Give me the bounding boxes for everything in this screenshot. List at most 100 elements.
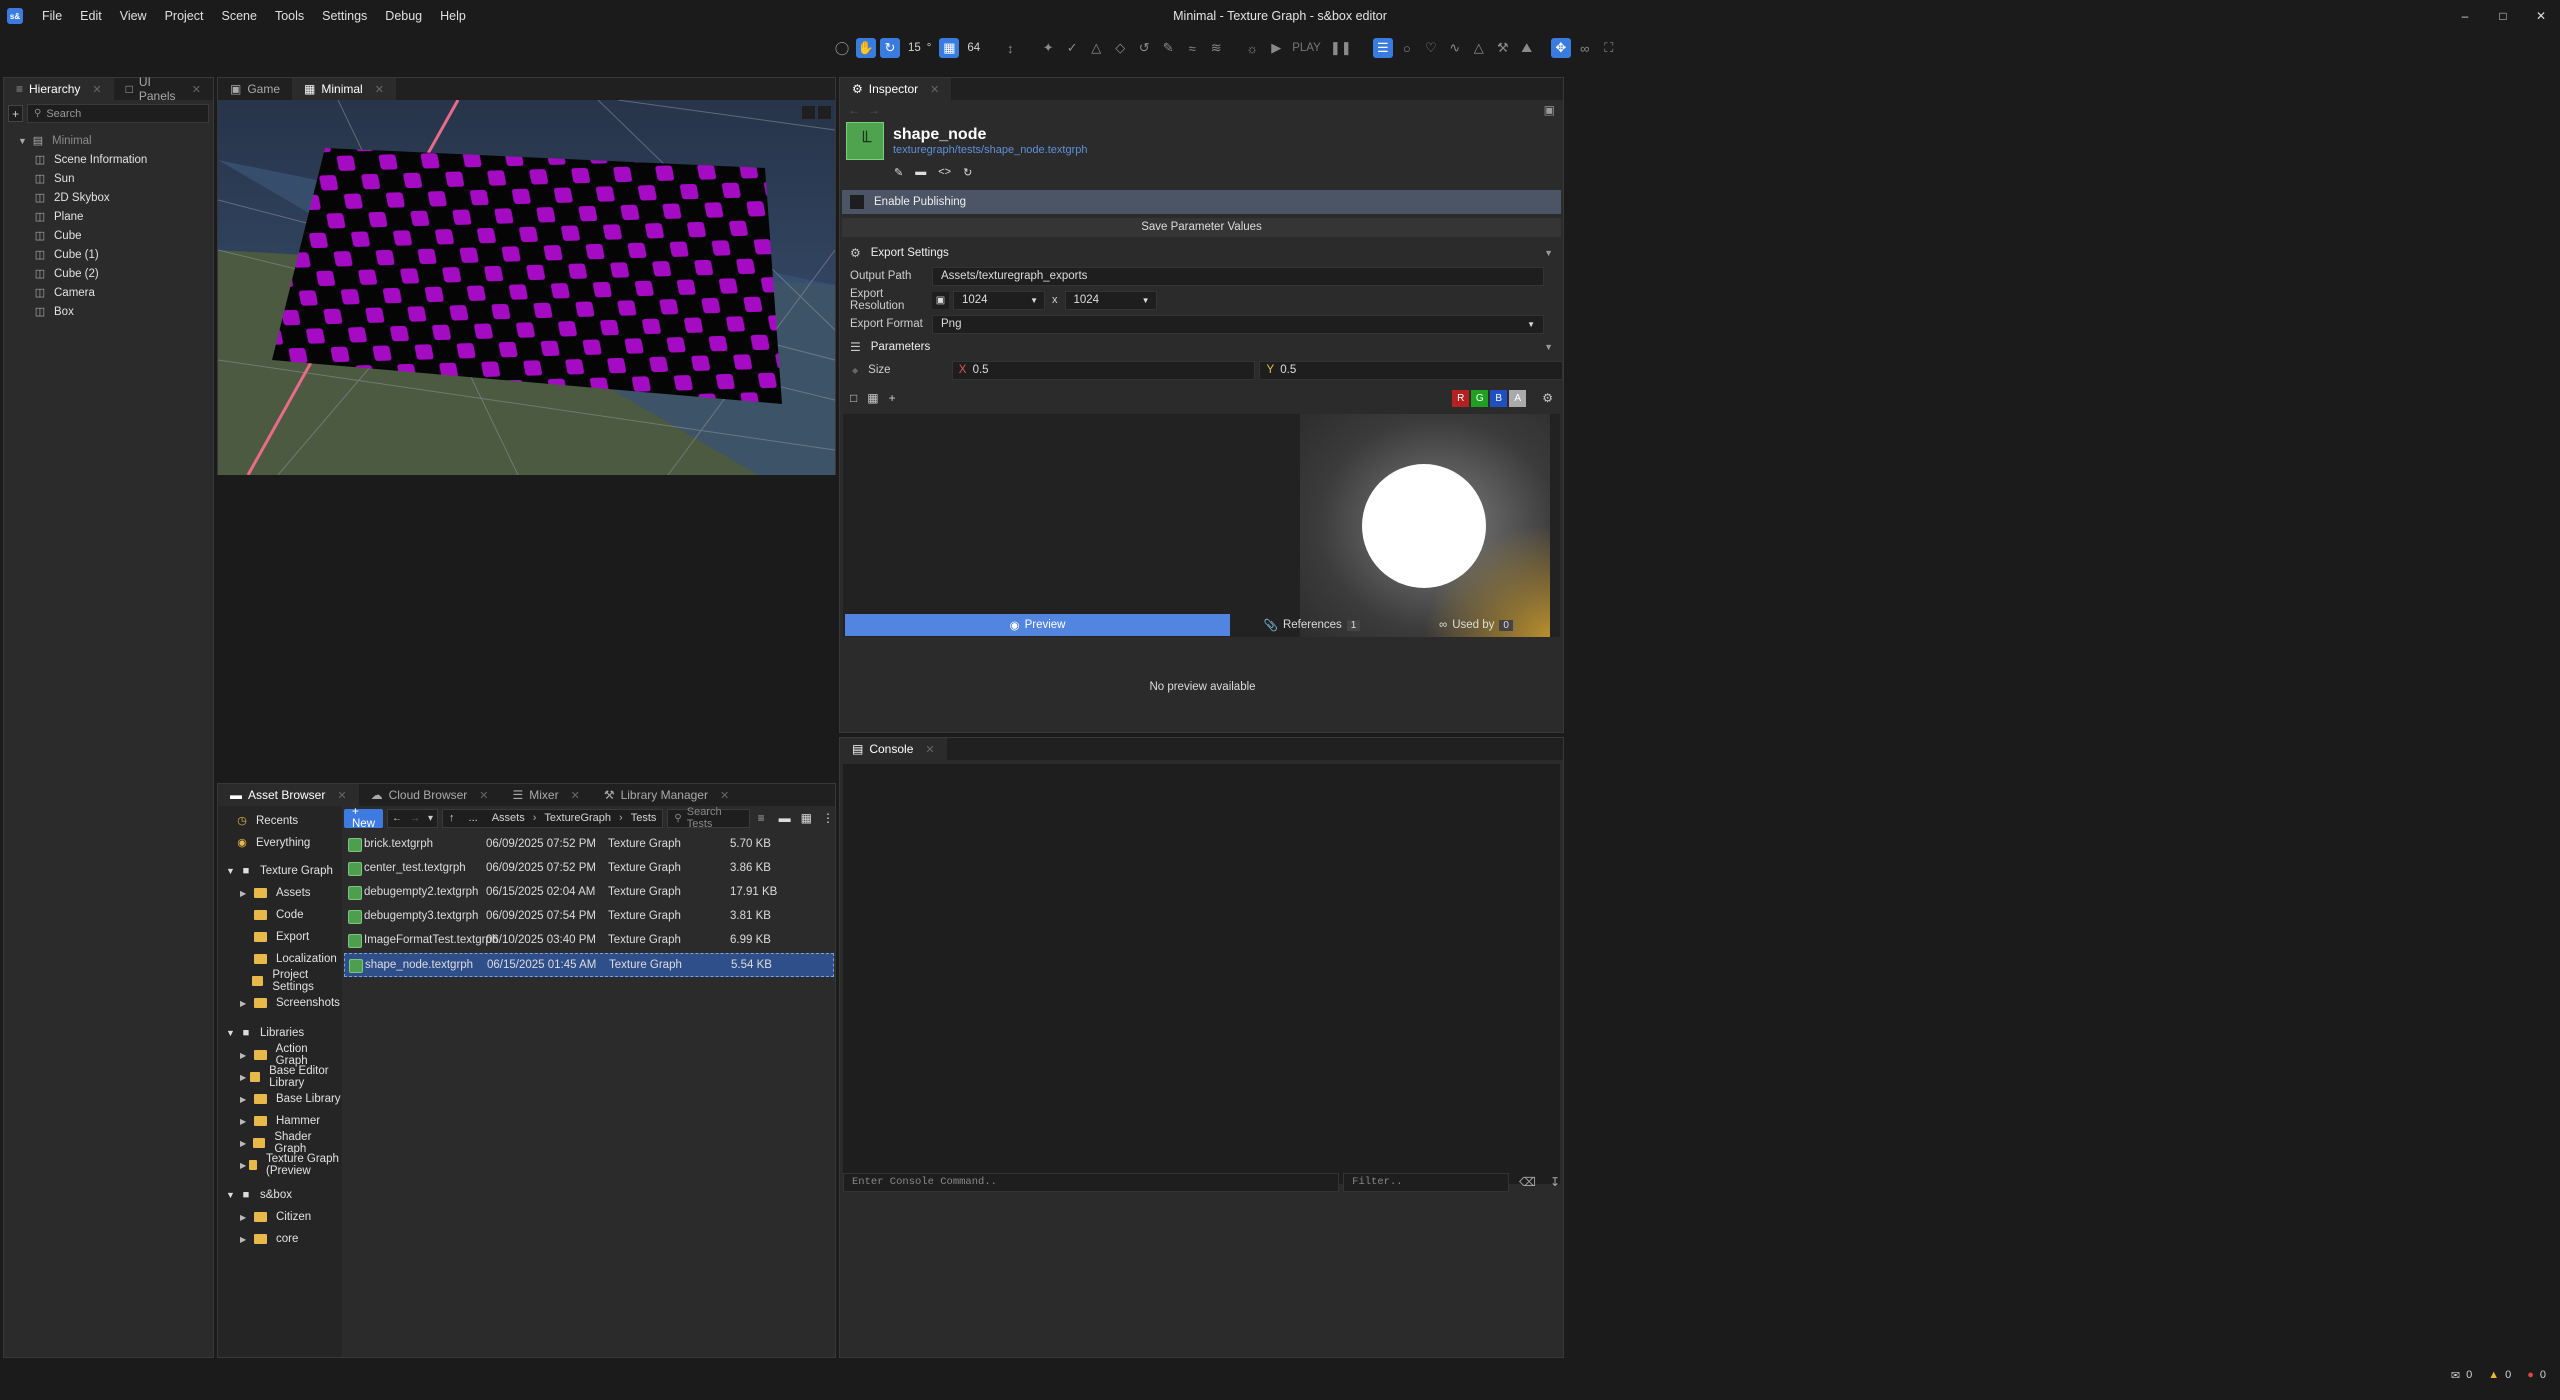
tree-group[interactable]: ▼ ■ s&box xyxy=(226,1184,342,1206)
tree-item[interactable]: ▶ Screenshots xyxy=(226,992,342,1014)
code-icon[interactable]: <> xyxy=(938,166,951,178)
warning-icon[interactable]: ▲ xyxy=(2488,1369,2499,1381)
output-path-field[interactable]: Assets/texturegraph_exports xyxy=(932,266,1544,286)
minimize-icon[interactable]: – xyxy=(2446,9,2484,23)
expand-icon[interactable]: ▶ xyxy=(240,1161,249,1170)
edit-icon[interactable]: ✎ xyxy=(894,166,903,179)
expand-icon[interactable]: ▼ xyxy=(18,136,32,146)
message-icon[interactable]: ✉ xyxy=(2451,1369,2460,1382)
channel-a-toggle[interactable]: A xyxy=(1509,389,1527,407)
expand-icon[interactable]: ▶ xyxy=(240,999,254,1008)
close-icon[interactable]: ✕ xyxy=(2522,9,2560,23)
expand-icon[interactable]: ▶ xyxy=(240,1095,254,1104)
channel-r-toggle[interactable]: R xyxy=(1452,389,1470,407)
expand-icon[interactable]: ▶ xyxy=(240,1213,254,1222)
gizmo-move-icon[interactable]: ✥ xyxy=(1550,38,1571,58)
breadcrumb-item[interactable]: ... xyxy=(469,812,478,824)
app-logo[interactable]: s& xyxy=(7,8,23,24)
layout-icon[interactable] xyxy=(818,106,831,119)
console-output[interactable] xyxy=(843,764,1560,1184)
gizmo-link-icon[interactable]: ∞ xyxy=(1575,38,1595,58)
rotate-tool-icon[interactable]: ↺ xyxy=(1134,38,1154,58)
graph-icon[interactable]: ∿ xyxy=(1445,38,1465,58)
save-params-button[interactable]: Save Parameter Values xyxy=(842,218,1561,237)
expand-icon[interactable]: ▼ xyxy=(226,866,240,876)
file-row[interactable]: center_test.textgrph 06/09/2025 07:52 PM T… xyxy=(344,857,834,881)
folder-view-icon[interactable]: ▬ xyxy=(779,811,791,825)
file-row[interactable]: debugempty2.textgrph 06/15/2025 02:04 AM T… xyxy=(344,881,834,905)
new-asset-button[interactable]: + New xyxy=(344,806,383,830)
channel-b-toggle[interactable]: B xyxy=(1490,389,1508,407)
lock-icon[interactable]: ▣ xyxy=(1544,103,1555,117)
hierarchy-item[interactable]: ◫ Scene Information xyxy=(34,150,213,169)
diamond-tool-icon[interactable]: ◇ xyxy=(1110,38,1130,58)
tab-hierarchy[interactable]: ≡ Hierarchy ✕ xyxy=(4,78,114,100)
tree-root[interactable]: ▼ ▤ Minimal xyxy=(18,131,213,150)
check-tool-icon[interactable]: ✓ xyxy=(1062,38,1082,58)
tab-game[interactable]: ▣ Game xyxy=(218,78,292,100)
expand-icon[interactable]: ▶ xyxy=(240,1051,254,1060)
forward-icon[interactable]: → xyxy=(410,813,420,824)
close-icon[interactable]: ✕ xyxy=(571,789,580,802)
view-mode-icon[interactable] xyxy=(802,106,815,119)
tree-item[interactable]: ▶ Shader Graph xyxy=(226,1131,342,1155)
file-row[interactable]: debugempty3.textgrph 06/09/2025 07:54 PM T… xyxy=(344,905,834,929)
back-icon[interactable]: ← xyxy=(848,103,860,117)
menu-edit[interactable]: Edit xyxy=(71,0,111,32)
tree-item[interactable]: ▶ Action Graph xyxy=(226,1043,342,1067)
gamepad-icon[interactable]: ☼ xyxy=(1242,38,1262,58)
fullscreen-icon[interactable]: ⛶ xyxy=(1599,38,1619,58)
export-settings-header[interactable]: ⚙ Export Settings ▼ xyxy=(840,242,1563,264)
play-icon[interactable]: ▶ xyxy=(1266,38,1286,58)
add-icon[interactable]: + xyxy=(889,391,896,405)
tree-item[interactable]: ▶ Texture Graph (Preview xyxy=(226,1153,342,1177)
menu-file[interactable]: File xyxy=(33,0,71,32)
tree-item[interactable]: Project Settings xyxy=(226,969,342,993)
brush-tool-icon[interactable]: ✎ xyxy=(1158,38,1178,58)
angle-snap-icon[interactable]: ↻ xyxy=(880,38,900,58)
hierarchy-search[interactable]: ⚲ Search xyxy=(27,104,209,123)
tree-item[interactable]: Localization xyxy=(226,948,342,970)
tree-group[interactable]: ▼ ■ Libraries xyxy=(226,1022,342,1044)
breadcrumb-item[interactable]: Tests xyxy=(631,812,657,824)
grid-stepper-icon[interactable]: ↕ xyxy=(1000,38,1020,58)
close-icon[interactable]: ✕ xyxy=(479,789,488,802)
menu-scene[interactable]: Scene xyxy=(212,0,265,32)
hierarchy-item[interactable]: ◫ Cube xyxy=(34,226,213,245)
tiled-view-icon[interactable]: ▦ xyxy=(867,391,878,405)
tab-library-manager[interactable]: ⚒ Library Manager ✕ xyxy=(592,784,741,806)
triangle-tool-icon[interactable]: △ xyxy=(1086,38,1106,58)
grid-snap-icon[interactable]: ▦ xyxy=(939,38,960,58)
hierarchy-item[interactable]: ◫ Cube (2) xyxy=(34,264,213,283)
angle-snap-value[interactable]: 15 xyxy=(908,42,921,54)
error-icon[interactable]: ● xyxy=(2527,1369,2534,1381)
menu-view[interactable]: View xyxy=(111,0,156,32)
size-x-field[interactable]: X 0.5 xyxy=(951,360,1256,380)
close-icon[interactable]: ✕ xyxy=(375,83,384,96)
console-input[interactable]: Enter Console Command.. xyxy=(843,1172,1340,1192)
tree-item[interactable]: ▶ Assets xyxy=(226,882,342,904)
grid-size-value[interactable]: 64 xyxy=(967,42,980,54)
enable-publishing-row[interactable]: Enable Publishing xyxy=(842,190,1561,214)
move-tool-icon[interactable]: ✦ xyxy=(1038,38,1058,58)
refresh-icon[interactable]: ↻ xyxy=(963,166,972,179)
file-row[interactable]: ImageFormatTest.textgrph 06/10/2025 03:40… xyxy=(344,929,834,953)
tab-mixer[interactable]: ☰ Mixer ✕ xyxy=(501,784,592,806)
expand-icon[interactable]: ▶ xyxy=(240,1073,250,1082)
close-icon[interactable]: ✕ xyxy=(925,743,934,756)
quick-everything[interactable]: ◉ Everything xyxy=(236,832,342,854)
circle-icon[interactable]: ○ xyxy=(1397,38,1417,58)
res-width-select[interactable]: 1024 ▼ xyxy=(953,290,1045,310)
add-object-button[interactable]: + xyxy=(8,105,23,122)
file-row[interactable]: brick.textgrph 06/09/2025 07:52 PM Texture… xyxy=(344,833,834,857)
hierarchy-item[interactable]: ◫ Sun xyxy=(34,169,213,188)
hierarchy-item[interactable]: ◫ Camera xyxy=(34,283,213,302)
single-view-icon[interactable]: □ xyxy=(850,391,857,405)
parameters-header[interactable]: ☰ Parameters ▼ xyxy=(840,336,1563,358)
trash-icon[interactable]: ⌫ xyxy=(1519,1175,1536,1189)
local-space-icon[interactable]: ✋ xyxy=(856,38,876,58)
menu-tools[interactable]: Tools xyxy=(266,0,313,32)
tree-item[interactable]: ▶ Hammer xyxy=(226,1110,342,1132)
expand-icon[interactable]: ▼ xyxy=(226,1190,240,1200)
expand-icon[interactable]: ▶ xyxy=(240,1235,254,1244)
